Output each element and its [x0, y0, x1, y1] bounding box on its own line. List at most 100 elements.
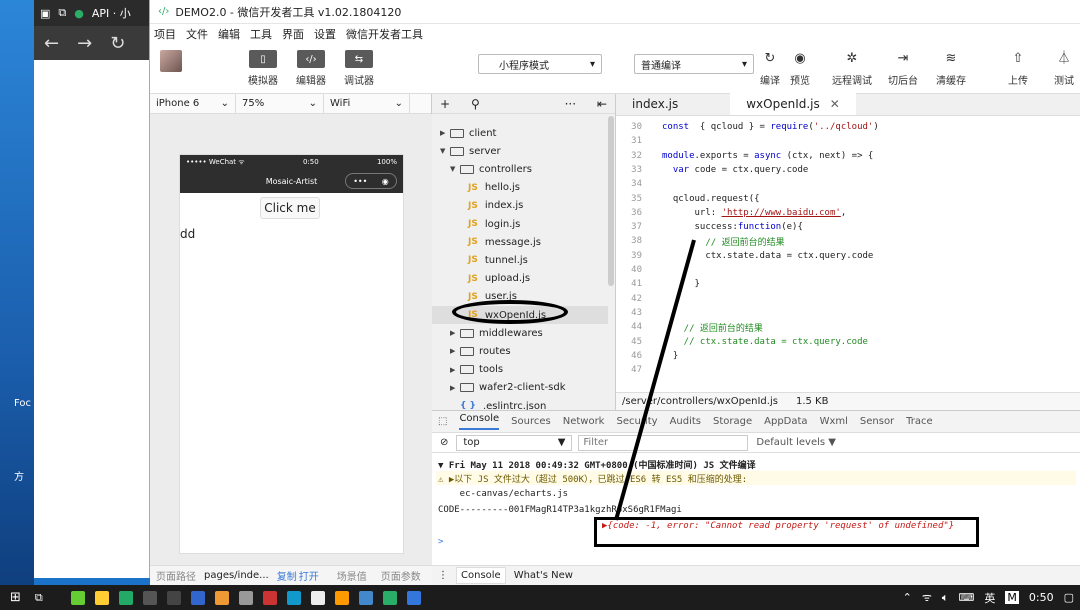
language-indicator[interactable]: 英	[984, 590, 995, 606]
upload-button[interactable]: ⇧ 上传	[1008, 50, 1028, 87]
tab-icon[interactable]: ⧉	[58, 6, 66, 20]
caret-down-icon[interactable]: ▼	[440, 147, 450, 155]
search-icon[interactable]: ⚲	[471, 97, 480, 111]
caret-right-icon[interactable]: ▶	[450, 329, 460, 337]
folder-icon[interactable]	[334, 590, 349, 605]
app-icon[interactable]	[262, 590, 277, 605]
tab-wxopenid-js[interactable]: wxOpenId.js ✕	[730, 93, 856, 115]
app-icon[interactable]	[166, 590, 181, 605]
zoom-select[interactable]: 75% ⌄	[236, 94, 324, 113]
network-icon[interactable]: ᯤ	[922, 590, 932, 605]
keyboard-icon[interactable]: ⌨	[959, 591, 975, 604]
click-me-button[interactable]: Click me	[260, 197, 320, 219]
tab-storage[interactable]: Storage	[713, 416, 752, 427]
tree-scrollbar[interactable]	[608, 116, 614, 286]
caret-right-icon[interactable]: ▶	[450, 347, 460, 355]
device-select[interactable]: iPhone 6 ⌄	[150, 94, 236, 113]
tree-folder[interactable]: ▶ middlewares	[432, 324, 543, 342]
debugger-button[interactable]: ⇆ 调试器	[344, 50, 374, 87]
console-prompt[interactable]: >	[438, 535, 443, 549]
tree-folder[interactable]: ▼ server	[432, 142, 501, 160]
drawer-menu-icon[interactable]: ⋮	[438, 570, 448, 581]
copy-link[interactable]: 复制	[277, 568, 297, 583]
capsule-menu[interactable]: ••• ◉	[345, 173, 397, 189]
tab-trace[interactable]: Trace	[906, 416, 933, 427]
tree-file[interactable]: JS login.js	[432, 215, 520, 233]
page-params-button[interactable]: 页面参数	[381, 568, 421, 583]
clear-console-icon[interactable]: ⊘	[440, 437, 448, 448]
volume-icon[interactable]: 🔈︎	[942, 591, 949, 605]
clock[interactable]: 0:50	[1029, 591, 1054, 604]
avatar[interactable]	[160, 50, 182, 72]
tree-file[interactable]: JS tunnel.js	[432, 251, 528, 269]
windows-start-icon[interactable]: ⊞	[10, 590, 21, 605]
tree-file[interactable]: JS hello.js	[432, 179, 520, 197]
test-button[interactable]: ⏃ 测试	[1054, 50, 1074, 87]
tab-security[interactable]: Security	[616, 416, 657, 427]
tab-console[interactable]: Console	[459, 413, 500, 430]
browser-tab[interactable]: API · 小	[92, 5, 131, 21]
background-button[interactable]: ⇥ 切后台	[888, 50, 918, 87]
tree-folder[interactable]: ▶ wafer2-client-sdk	[432, 379, 565, 397]
caret-right-icon[interactable]: ▶	[450, 366, 460, 374]
menu-settings[interactable]: 设置	[314, 26, 336, 42]
simulator-button[interactable]: ▯ 模拟器	[248, 50, 278, 87]
console-filter-input[interactable]	[578, 434, 749, 451]
tab-sensor[interactable]: Sensor	[860, 416, 894, 427]
app-icon[interactable]	[382, 590, 397, 605]
tab-sources[interactable]: Sources	[511, 416, 551, 427]
mode-select[interactable]: 小程序模式 ▾	[478, 54, 602, 74]
forward-icon[interactable]: →	[77, 33, 92, 54]
close-icon[interactable]: ✕	[830, 97, 840, 111]
tree-folder[interactable]: ▶ routes	[432, 342, 511, 360]
menu-tools[interactable]: 工具	[250, 26, 272, 42]
context-select[interactable]: top ▼	[456, 434, 573, 451]
code-area[interactable]: 30 const { qcloud } = require('../qcloud'…	[616, 116, 1080, 392]
caret-right-icon[interactable]: ▶	[440, 129, 450, 137]
app-icon[interactable]	[238, 590, 253, 605]
ime-indicator[interactable]: M	[1005, 591, 1019, 604]
inspect-icon[interactable]: ⬚	[438, 416, 447, 427]
add-icon[interactable]: +	[440, 97, 450, 111]
app-icon[interactable]	[286, 590, 301, 605]
close-circle-icon[interactable]: ◉	[382, 177, 389, 186]
tab-network[interactable]: Network	[563, 416, 605, 427]
app-icon[interactable]	[310, 590, 325, 605]
app-icon[interactable]	[214, 590, 229, 605]
tree-folder[interactable]: ▶ tools	[432, 361, 503, 379]
task-view-icon[interactable]: ⧉	[35, 591, 43, 605]
scene-button[interactable]: 场景值	[337, 568, 367, 583]
tab-icon[interactable]: ▣	[40, 7, 50, 20]
editor-button[interactable]: ‹/› 编辑器	[296, 50, 326, 87]
app-icon[interactable]	[94, 590, 109, 605]
back-icon[interactable]: ←	[44, 33, 59, 54]
app-icon[interactable]	[190, 590, 205, 605]
menu-view[interactable]: 界面	[282, 26, 304, 42]
menu-file[interactable]: 文件	[186, 26, 208, 42]
app-icon[interactable]	[142, 590, 157, 605]
ie-icon[interactable]	[358, 590, 373, 605]
more-icon[interactable]: •••	[353, 177, 367, 186]
collapse-icon[interactable]: ⇤	[597, 97, 607, 111]
clear-cache-button[interactable]: ≋ 清缓存	[936, 50, 966, 87]
tree-file[interactable]: JS index.js	[432, 197, 523, 215]
app-icon[interactable]	[70, 590, 85, 605]
drawer-tab-console[interactable]: Console	[456, 567, 506, 584]
caret-right-icon[interactable]: ▶	[450, 384, 460, 392]
tree-folder[interactable]: ▼ controllers	[432, 160, 532, 178]
compile-select[interactable]: 普通编译 ▾	[634, 54, 754, 74]
notification-icon[interactable]: ▢	[1064, 591, 1074, 604]
network-select[interactable]: WiFi ⌄	[324, 94, 410, 113]
edge-icon[interactable]	[406, 590, 421, 605]
app-icon[interactable]	[118, 590, 133, 605]
tree-file[interactable]: JS upload.js	[432, 270, 530, 288]
tab-audits[interactable]: Audits	[670, 416, 701, 427]
tree-file[interactable]: JS message.js	[432, 233, 541, 251]
menu-edit[interactable]: 编辑	[218, 26, 240, 42]
levels-select[interactable]: Default levels ▼	[756, 437, 836, 448]
open-link[interactable]: 打开	[299, 568, 319, 583]
tab-index-js[interactable]: index.js	[616, 93, 694, 115]
caret-down-icon[interactable]: ▼	[450, 165, 460, 173]
tree-folder[interactable]: ▶ client	[432, 124, 496, 142]
tab-wxml[interactable]: Wxml	[820, 416, 848, 427]
